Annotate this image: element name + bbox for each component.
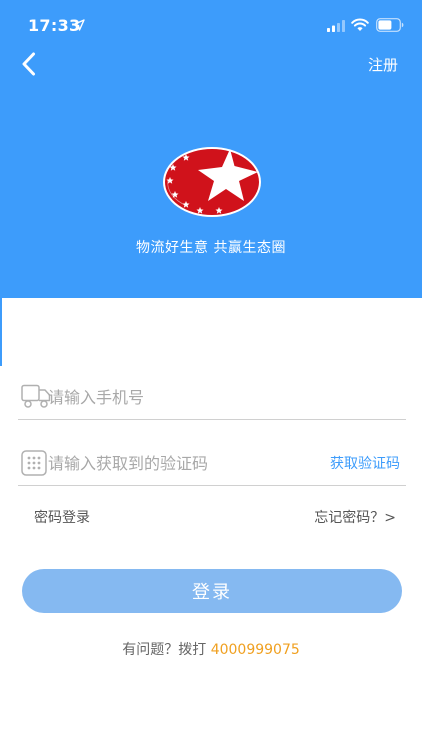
location-arrow-icon	[73, 19, 85, 31]
get-code-button[interactable]: 获取验证码	[330, 453, 400, 473]
register-link[interactable]: 注册	[368, 54, 398, 75]
help-prefix: 有问题？拨打	[122, 642, 211, 658]
status-bar: 17:33	[0, 0, 422, 44]
hotline-phone-link[interactable]: 4000999075	[211, 642, 300, 658]
wifi-icon	[351, 18, 369, 31]
chevron-left-icon	[22, 52, 35, 76]
code-field: 获取验证码	[18, 436, 406, 486]
slogan: 物流好生意 共赢生态圈	[136, 240, 286, 256]
signal-icon	[327, 20, 345, 32]
phone-input[interactable]	[48, 378, 338, 416]
forgot-password-link[interactable]: 忘记密码？>	[314, 507, 396, 527]
password-login-link[interactable]: 密码登录	[34, 507, 90, 527]
phone-field	[18, 370, 406, 420]
header-accent	[0, 298, 2, 366]
logo	[163, 147, 261, 217]
verification-code-input[interactable]	[48, 444, 338, 482]
truck-icon	[21, 384, 51, 408]
login-button[interactable]: 登录	[22, 569, 402, 613]
back-button[interactable]	[16, 50, 44, 78]
keypad-icon	[21, 450, 47, 476]
battery-icon	[376, 18, 404, 32]
help-line: 有问题？拨打 4000999075	[0, 639, 422, 659]
